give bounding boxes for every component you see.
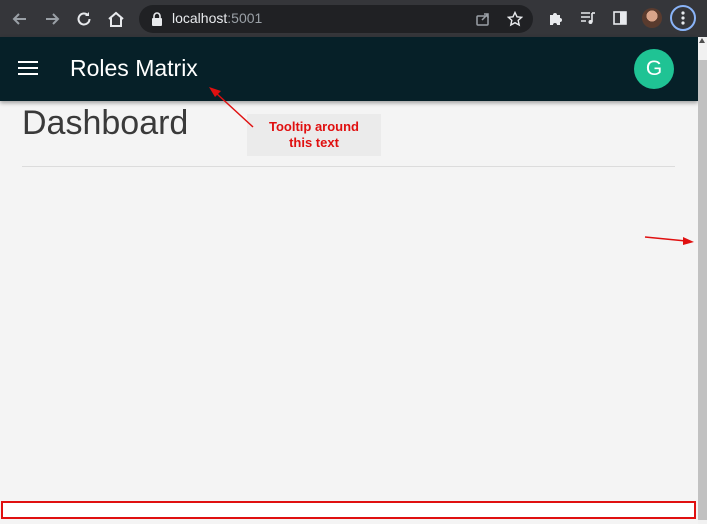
annotation-highlight-box — [1, 501, 696, 519]
annotation-arrows — [209, 87, 694, 245]
annotation-arrow-scrollbar — [644, 236, 694, 245]
annotation-arrow-title — [209, 87, 254, 128]
